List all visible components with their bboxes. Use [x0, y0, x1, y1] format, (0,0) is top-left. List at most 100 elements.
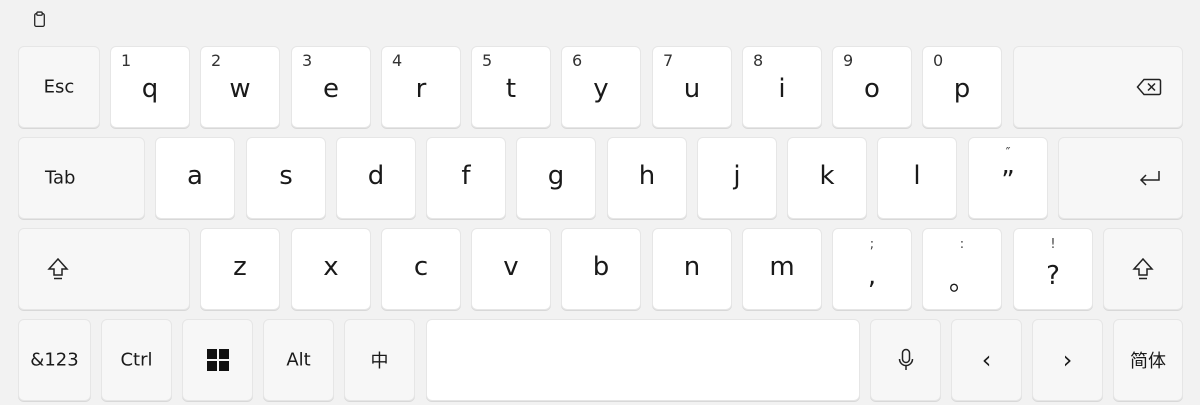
shift-icon: [47, 257, 69, 280]
key-l-letter: l: [913, 161, 921, 191]
key-w[interactable]: 2 w: [200, 46, 280, 128]
space-key[interactable]: [426, 319, 860, 401]
right-arrow-key[interactable]: ›: [1032, 319, 1103, 401]
key-y[interactable]: 6 y: [561, 46, 641, 128]
symbols-key[interactable]: &123: [18, 319, 91, 401]
windows-icon: [206, 349, 229, 371]
key-z-letter: z: [233, 252, 247, 282]
key-g-letter: g: [547, 161, 565, 191]
clipboard-icon[interactable]: [28, 8, 50, 30]
key-l[interactable]: l: [877, 137, 957, 219]
key-comma[interactable]: ; ,: [832, 228, 912, 310]
key-u[interactable]: 7 u: [652, 46, 732, 128]
key-j-letter: j: [733, 161, 741, 191]
alt-label: Alt: [286, 349, 311, 371]
key-p-letter: p: [953, 74, 971, 104]
key-q-letter: q: [141, 74, 159, 104]
key-y-number: 6: [572, 51, 583, 70]
key-d-letter: d: [367, 161, 385, 191]
key-a[interactable]: a: [155, 137, 235, 219]
key-o[interactable]: 9 o: [832, 46, 912, 128]
key-m[interactable]: m: [742, 228, 822, 310]
key-g[interactable]: g: [516, 137, 596, 219]
shift-icon: [1132, 257, 1154, 280]
ime-label: 中: [370, 351, 389, 372]
key-f[interactable]: f: [426, 137, 506, 219]
key-i-letter: i: [778, 74, 786, 104]
backspace-key[interactable]: [1013, 46, 1183, 128]
key-w-number: 2: [211, 51, 222, 70]
key-k-letter: k: [819, 161, 835, 191]
right-arrow-icon: ›: [1062, 346, 1073, 374]
key-comma-main: ,: [867, 261, 877, 291]
key-q[interactable]: 1 q: [110, 46, 190, 128]
key-p[interactable]: 0 p: [922, 46, 1002, 128]
key-i-number: 8: [753, 51, 764, 70]
key-w-letter: w: [229, 74, 251, 104]
symbols-label: &123: [30, 349, 79, 371]
windows-key[interactable]: [182, 319, 253, 401]
language-label: 简体: [1130, 351, 1166, 372]
key-v-letter: v: [503, 252, 519, 282]
key-d[interactable]: d: [336, 137, 416, 219]
key-f-letter: f: [461, 161, 471, 191]
key-h-letter: h: [638, 161, 656, 191]
esc-label: Esc: [43, 76, 75, 98]
key-period-main: 。: [948, 267, 975, 297]
key-t-letter: t: [505, 74, 517, 104]
key-q-number: 1: [121, 51, 132, 70]
key-m-letter: m: [769, 252, 795, 282]
key-z[interactable]: z: [200, 228, 280, 310]
key-t[interactable]: 5 t: [471, 46, 551, 128]
key-y-letter: y: [593, 74, 609, 104]
esc-key[interactable]: Esc: [18, 46, 100, 128]
key-e[interactable]: 3 e: [291, 46, 371, 128]
enter-key[interactable]: [1058, 137, 1183, 219]
key-k[interactable]: k: [787, 137, 867, 219]
microphone-icon: [898, 348, 913, 370]
key-e-number: 3: [302, 51, 313, 70]
key-u-letter: u: [683, 74, 701, 104]
ime-toggle-key[interactable]: 中: [344, 319, 415, 401]
key-o-number: 9: [843, 51, 854, 70]
enter-icon: [1139, 171, 1160, 186]
key-r-number: 4: [392, 51, 403, 70]
left-arrow-key[interactable]: ‹: [951, 319, 1022, 401]
key-a-letter: a: [187, 161, 203, 191]
key-e-letter: e: [323, 74, 339, 104]
key-j[interactable]: j: [697, 137, 777, 219]
key-s-letter: s: [279, 161, 293, 191]
keyboard-toolbar: [0, 0, 1200, 36]
key-b-letter: b: [592, 252, 610, 282]
key-period[interactable]: : 。: [922, 228, 1002, 310]
shift-left-key[interactable]: [18, 228, 190, 310]
tab-key[interactable]: Tab: [18, 137, 145, 219]
key-x[interactable]: x: [291, 228, 371, 310]
microphone-key[interactable]: [870, 319, 941, 401]
key-o-letter: o: [864, 74, 880, 104]
key-i[interactable]: 8 i: [742, 46, 822, 128]
shift-right-key[interactable]: [1103, 228, 1183, 310]
key-h[interactable]: h: [607, 137, 687, 219]
tab-label: Tab: [45, 167, 76, 189]
key-quote-shift: ″: [1005, 146, 1011, 161]
key-s[interactable]: s: [246, 137, 326, 219]
key-question[interactable]: ! ?: [1013, 228, 1093, 310]
key-p-number: 0: [933, 51, 944, 70]
key-question-main: ?: [1046, 261, 1060, 291]
left-arrow-icon: ‹: [981, 346, 992, 374]
key-r[interactable]: 4 r: [381, 46, 461, 128]
key-n-letter: n: [683, 252, 701, 282]
key-v[interactable]: v: [471, 228, 551, 310]
alt-key[interactable]: Alt: [263, 319, 334, 401]
key-quote[interactable]: ″ ”: [968, 137, 1048, 219]
ctrl-key[interactable]: Ctrl: [101, 319, 172, 401]
key-x-letter: x: [323, 252, 339, 282]
key-period-shift: :: [959, 237, 965, 252]
ctrl-label: Ctrl: [120, 349, 153, 371]
language-key[interactable]: 简体: [1113, 319, 1183, 401]
key-c[interactable]: c: [381, 228, 461, 310]
key-b[interactable]: b: [561, 228, 641, 310]
key-t-number: 5: [482, 51, 493, 70]
key-n[interactable]: n: [652, 228, 732, 310]
